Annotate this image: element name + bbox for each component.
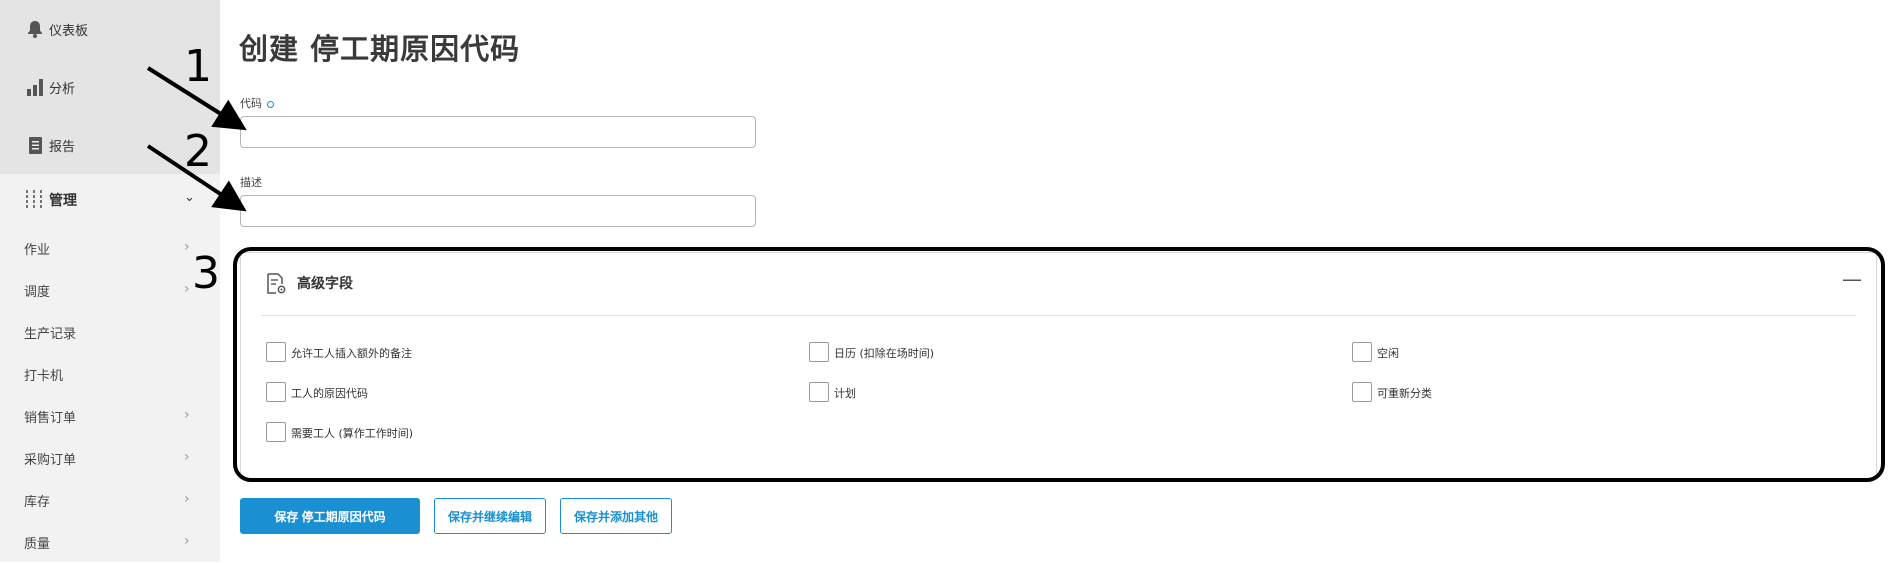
- annotation-number-1: 1: [184, 41, 212, 92]
- annotation-number-2: 2: [184, 126, 212, 177]
- annotation-number-3: 3: [192, 248, 220, 299]
- annotation-box: [233, 247, 1885, 482]
